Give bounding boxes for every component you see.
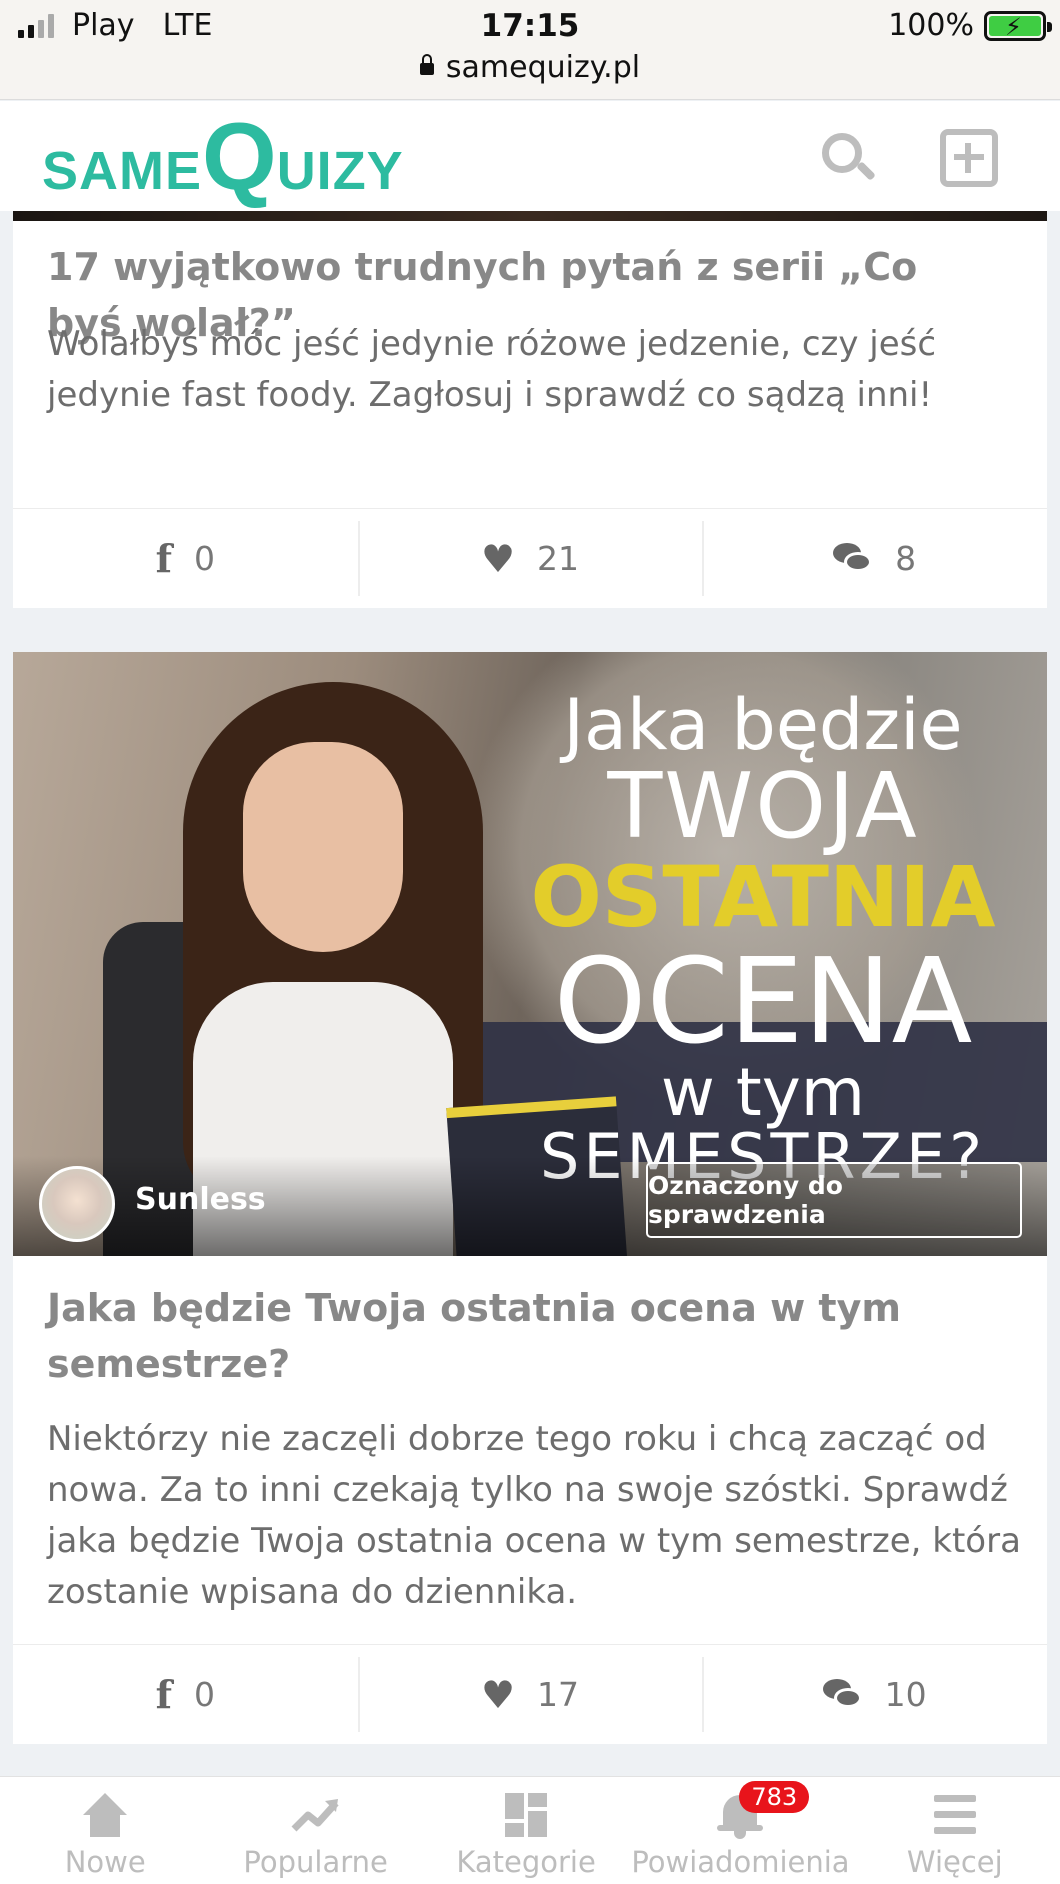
thumbnail-text-line: OSTATNIA — [530, 848, 996, 946]
nav-item-wiecej[interactable]: Więcej — [850, 1777, 1060, 1884]
nav-item-nowe[interactable]: Nowe — [0, 1777, 210, 1884]
thumbnail-text-line: TWOJA — [607, 754, 919, 859]
menu-icon — [930, 1793, 980, 1839]
search-icon[interactable] — [818, 129, 876, 187]
comments-button[interactable]: 10 — [702, 1645, 1047, 1744]
comment-count: 8 — [895, 539, 917, 578]
facebook-icon: f — [155, 1672, 173, 1717]
like-count: 17 — [537, 1675, 580, 1714]
share-count: 0 — [194, 1675, 216, 1714]
comments-button[interactable]: 8 — [702, 509, 1047, 608]
comments-icon — [833, 542, 873, 575]
nav-item-powiadomienia[interactable]: Powiadomienia 783 — [631, 1777, 850, 1884]
url-bar[interactable]: samequizy.pl — [0, 50, 1060, 85]
quiz-stats: f 0 ♥ 17 10 — [13, 1644, 1047, 1744]
quiz-description: Wolałbyś móc jeść jedynie różowe jedzeni… — [47, 324, 937, 415]
thumbnail-text-line: OCENA — [553, 932, 973, 1070]
battery-icon: ⚡ — [984, 10, 1052, 41]
quiz-title[interactable]: Jaka będzie Twoja ostatnia ocena w tym s… — [47, 1280, 987, 1392]
status-right: 100% ⚡ — [888, 8, 1052, 43]
logo-part-uizy: UIZY — [276, 141, 404, 201]
comments-icon — [822, 1678, 863, 1711]
like-count: 21 — [537, 539, 580, 578]
logo-part-same: SAME — [42, 141, 203, 201]
quiz-thumbnail[interactable]: Jaka będzie TWOJA OSTATNIA OCENA w tym S… — [13, 652, 1047, 1256]
share-facebook-button[interactable]: f 0 — [13, 1645, 358, 1744]
nav-label: Nowe — [64, 1845, 146, 1879]
thumbnail-text-line: Jaka będzie — [563, 684, 963, 766]
grid-icon — [501, 1793, 551, 1839]
nav-item-popularne[interactable]: Popularne — [210, 1777, 420, 1884]
quiz-image-edge — [13, 211, 1047, 221]
battery-percent: 100% — [888, 8, 974, 43]
status-bar: Play LTE 17:15 100% ⚡ samequizy.pl — [0, 0, 1060, 100]
author-avatar[interactable] — [39, 1166, 115, 1242]
lock-icon — [419, 53, 434, 75]
notification-badge: 783 — [739, 1781, 810, 1813]
review-flag-badge: Oznaczony do sprawdzenia — [646, 1162, 1022, 1238]
thumbnail-caption: Jaka będzie TWOJA OSTATNIA OCENA w tym S… — [483, 688, 1043, 1188]
nav-item-kategorie[interactable]: Kategorie — [421, 1777, 631, 1884]
like-button[interactable]: ♥ 17 — [357, 1645, 703, 1744]
home-icon — [80, 1793, 130, 1839]
nav-label: Popularne — [243, 1845, 388, 1879]
app-header: SAMEQUIZY — [0, 101, 1060, 211]
quiz-description: Niektórzy nie zaczęli dobrze tego roku i… — [47, 1419, 1021, 1612]
quiz-card[interactable]: 17 wyjątkowo trudnych pytań z serii „Co … — [13, 211, 1047, 608]
heart-icon: ♥ — [480, 1672, 516, 1717]
nav-label: Kategorie — [456, 1845, 596, 1879]
quiz-card[interactable]: Jaka będzie TWOJA OSTATNIA OCENA w tym S… — [13, 652, 1047, 1744]
nav-label: Powiadomienia — [631, 1845, 850, 1879]
quiz-stats: f 0 ♥ 21 8 — [13, 508, 1047, 608]
nav-label: Więcej — [906, 1845, 1003, 1879]
logo-part-q: Q — [202, 103, 277, 210]
bottom-nav: Nowe Popularne Kategorie Powiadomienia 7… — [0, 1776, 1060, 1884]
facebook-icon: f — [155, 536, 173, 581]
like-button[interactable]: ♥ 21 — [357, 509, 703, 608]
author-name[interactable]: Sunless — [135, 1182, 266, 1217]
share-count: 0 — [194, 539, 216, 578]
trending-icon — [291, 1793, 341, 1839]
url-text: samequizy.pl — [445, 50, 641, 85]
comment-count: 10 — [884, 1675, 927, 1714]
heart-icon: ♥ — [480, 536, 516, 581]
share-facebook-button[interactable]: f 0 — [13, 509, 358, 608]
site-logo[interactable]: SAMEQUIZY — [42, 107, 404, 207]
add-quiz-icon[interactable] — [940, 129, 998, 187]
